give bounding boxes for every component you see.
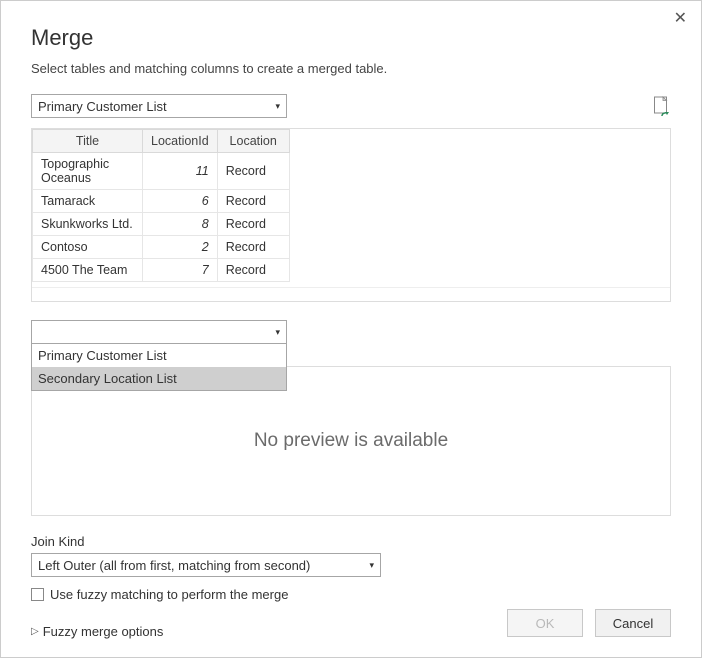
triangle-right-icon: ▷ (31, 626, 39, 637)
dialog-title: Merge (31, 25, 671, 51)
close-icon[interactable]: ✕ (674, 11, 687, 27)
table-row[interactable]: Topographic Oceanus 11 Record (33, 153, 290, 190)
col-header-title[interactable]: Title (33, 130, 143, 153)
table-row[interactable]: 4500 The Team 7 Record (33, 259, 290, 282)
ok-button[interactable]: OK (507, 609, 583, 637)
cell-locid: 2 (143, 236, 218, 259)
cell-loc: Record (217, 190, 289, 213)
cell-title: 4500 The Team (33, 259, 143, 282)
fuzzy-matching-checkbox[interactable] (31, 588, 44, 601)
first-table-preview: Title LocationId Location Topographic Oc… (31, 128, 671, 302)
cell-locid: 6 (143, 190, 218, 213)
dropdown-option-primary[interactable]: Primary Customer List (32, 344, 286, 367)
fuzzy-matching-label: Use fuzzy matching to perform the merge (50, 587, 288, 602)
dialog-footer: OK Cancel (507, 609, 671, 637)
table-row[interactable]: Contoso 2 Record (33, 236, 290, 259)
chevron-down-icon: ▾ (275, 327, 280, 338)
table-row[interactable]: Tamarack 6 Record (33, 190, 290, 213)
table-header-row: Title LocationId Location (33, 130, 290, 153)
ok-button-label: OK (536, 616, 555, 631)
col-header-location[interactable]: Location (217, 130, 289, 153)
cell-title: Topographic Oceanus (33, 153, 143, 190)
cell-loc: Record (217, 259, 289, 282)
join-kind-value: Left Outer (all from first, matching fro… (38, 558, 310, 573)
cell-title: Contoso (33, 236, 143, 259)
second-table-dropdown: Primary Customer List Secondary Location… (31, 344, 287, 391)
dropdown-option-secondary[interactable]: Secondary Location List (32, 367, 286, 390)
cancel-button[interactable]: Cancel (595, 609, 671, 637)
col-header-locationid[interactable]: LocationId (143, 130, 218, 153)
cell-title: Tamarack (33, 190, 143, 213)
cell-loc: Record (217, 153, 289, 190)
first-table-select-value: Primary Customer List (38, 99, 167, 114)
join-kind-select[interactable]: Left Outer (all from first, matching fro… (31, 553, 381, 577)
chevron-down-icon: ▾ (275, 101, 280, 112)
first-table-select[interactable]: Primary Customer List ▾ (31, 94, 287, 118)
preview-table: Title LocationId Location Topographic Oc… (32, 129, 290, 282)
cell-locid: 7 (143, 259, 218, 282)
fuzzy-options-label: Fuzzy merge options (43, 624, 164, 639)
no-preview-text: No preview is available (254, 430, 448, 452)
cell-locid: 8 (143, 213, 218, 236)
join-kind-label: Join Kind (31, 534, 671, 549)
chevron-down-icon: ▾ (369, 560, 374, 571)
sample-data-icon[interactable] (653, 96, 671, 116)
merge-dialog: ✕ Merge Select tables and matching colum… (0, 0, 702, 658)
table-row[interactable]: Skunkworks Ltd. 8 Record (33, 213, 290, 236)
cell-title: Skunkworks Ltd. (33, 213, 143, 236)
fuzzy-matching-row: Use fuzzy matching to perform the merge (31, 587, 671, 602)
cell-locid: 11 (143, 153, 218, 190)
second-table-select[interactable]: ▾ (31, 320, 287, 344)
cell-loc: Record (217, 236, 289, 259)
dialog-subtitle: Select tables and matching columns to cr… (31, 61, 671, 76)
cancel-button-label: Cancel (613, 616, 653, 631)
cell-loc: Record (217, 213, 289, 236)
